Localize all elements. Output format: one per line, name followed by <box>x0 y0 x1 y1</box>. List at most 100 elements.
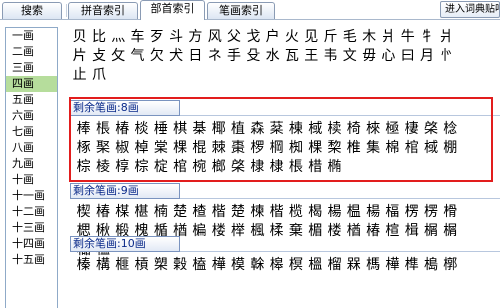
char-cell[interactable]: 方 <box>186 28 205 47</box>
char-cell[interactable]: 火 <box>282 28 301 47</box>
char-cell[interactable]: 槝 <box>421 256 440 275</box>
char-cell[interactable]: 棻 <box>267 120 286 139</box>
char-cell[interactable]: 楠 <box>151 203 170 222</box>
char-cell[interactable]: 棉 <box>383 139 402 158</box>
char-cell[interactable]: 極 <box>383 120 402 139</box>
char-cell[interactable]: 片 <box>70 47 89 66</box>
char-cell[interactable]: 榾 <box>441 203 460 222</box>
stroke-item[interactable]: 九画 <box>6 156 57 172</box>
char-cell[interactable]: 棄 <box>286 222 305 241</box>
char-cell[interactable]: 棍 <box>190 139 209 158</box>
char-cell[interactable]: 殳 <box>244 47 263 66</box>
char-cell[interactable]: 楳 <box>113 203 132 222</box>
char-cell[interactable]: 楬 <box>306 203 325 222</box>
char-cell[interactable]: 文 <box>340 47 359 66</box>
char-cell[interactable]: 楄 <box>190 222 209 241</box>
char-cell[interactable]: 见 <box>302 28 321 47</box>
char-cell[interactable]: 爿 <box>437 28 456 47</box>
char-cell[interactable]: 棵 <box>306 139 325 158</box>
char-cell[interactable]: 牛 <box>398 28 417 47</box>
char-cell[interactable]: 棡 <box>267 139 286 158</box>
char-cell[interactable]: 楚 <box>170 203 189 222</box>
char-cell[interactable]: 曰 <box>398 47 417 66</box>
char-cell[interactable]: 棺 <box>170 158 189 177</box>
char-cell[interactable]: 楦 <box>383 222 402 241</box>
stroke-item[interactable]: 十四画 <box>6 236 57 252</box>
char-cell[interactable]: 日 <box>186 47 205 66</box>
char-cell[interactable]: 欠 <box>147 47 166 66</box>
char-cell[interactable]: 榠 <box>286 256 305 275</box>
char-cell[interactable]: 椿 <box>113 120 132 139</box>
char-cell[interactable]: 槔 <box>267 256 286 275</box>
char-cell[interactable]: 椁 <box>113 158 132 177</box>
char-cell[interactable]: 棣 <box>267 158 286 177</box>
stroke-item[interactable]: 四画 <box>6 76 57 92</box>
stroke-item[interactable]: 七画 <box>6 124 57 140</box>
tab-stroke-index[interactable]: 笔画索引 <box>207 2 275 19</box>
stroke-item[interactable]: 十三画 <box>6 220 57 236</box>
char-cell[interactable]: 棖 <box>93 120 112 139</box>
char-cell[interactable]: 楝 <box>248 203 267 222</box>
char-cell[interactable]: 楢 <box>344 222 363 241</box>
char-cell[interactable]: 棋 <box>170 120 189 139</box>
char-cell[interactable]: 棗 <box>228 139 247 158</box>
char-cell[interactable]: 水 <box>263 47 282 66</box>
char-cell[interactable]: 车 <box>128 28 147 47</box>
char-cell[interactable]: 森 <box>248 120 267 139</box>
char-cell[interactable]: 椅 <box>344 120 363 139</box>
char-cell[interactable]: ネ <box>205 47 224 66</box>
char-cell[interactable]: 爪 <box>89 66 108 85</box>
char-cell[interactable]: 风 <box>205 28 224 47</box>
char-cell[interactable]: 斗 <box>166 28 185 47</box>
char-cell[interactable]: 棕 <box>132 158 151 177</box>
char-cell[interactable]: 棃 <box>325 139 344 158</box>
char-cell[interactable]: 椰 <box>209 120 228 139</box>
char-cell[interactable]: 棟 <box>286 120 305 139</box>
char-cell[interactable]: 斤 <box>321 28 340 47</box>
char-cell[interactable]: 棪 <box>132 120 151 139</box>
char-cell[interactable]: 榖 <box>170 256 189 275</box>
char-cell[interactable]: 棯 <box>441 120 460 139</box>
char-cell[interactable]: 楔 <box>74 203 93 222</box>
char-cell[interactable]: 楞 <box>421 203 440 222</box>
stroke-item[interactable]: 十画 <box>6 172 57 188</box>
char-cell[interactable]: 攵 <box>109 47 128 66</box>
char-cell[interactable]: 椤 <box>248 139 267 158</box>
char-cell[interactable]: 椟 <box>325 120 344 139</box>
char-cell[interactable]: 楼 <box>209 222 228 241</box>
char-cell[interactable]: 榲 <box>306 256 325 275</box>
char-cell[interactable]: 樺 <box>209 256 228 275</box>
char-cell[interactable]: 榴 <box>325 256 344 275</box>
char-cell[interactable]: 楂 <box>190 203 209 222</box>
char-cell[interactable]: 樺 <box>383 256 402 275</box>
char-cell[interactable]: 棤 <box>306 158 325 177</box>
char-cell[interactable]: 木 <box>359 28 378 47</box>
char-cell[interactable]: 犬 <box>166 47 185 66</box>
char-cell[interactable]: 棹 <box>132 139 151 158</box>
char-cell[interactable]: 韦 <box>321 47 340 66</box>
char-cell[interactable]: 楺 <box>267 222 286 241</box>
char-cell[interactable]: 贝 <box>70 28 89 47</box>
tab-pinyin-index[interactable]: 拼音索引 <box>68 2 138 19</box>
char-cell[interactable]: 榍 <box>441 222 460 241</box>
char-cell[interactable]: 楷 <box>267 203 286 222</box>
tab-radical-index[interactable]: 部首索引 <box>140 0 205 20</box>
char-cell[interactable]: 攴 <box>89 47 108 66</box>
char-cell[interactable]: 气 <box>128 47 147 66</box>
stroke-item[interactable]: 十五画 <box>6 252 57 268</box>
char-cell[interactable]: 棖 <box>286 158 305 177</box>
char-cell[interactable]: 棵 <box>170 139 189 158</box>
char-cell[interactable]: 椥 <box>286 139 305 158</box>
char-cell[interactable]: 榦 <box>248 256 267 275</box>
char-cell[interactable]: 王 <box>302 47 321 66</box>
char-cell[interactable]: 椿 <box>93 203 112 222</box>
char-cell[interactable]: 槓 <box>132 256 151 275</box>
char-cell[interactable]: 棺 <box>402 139 421 158</box>
char-cell[interactable]: 棱 <box>93 158 112 177</box>
char-cell[interactable]: 椓 <box>74 139 93 158</box>
char-cell[interactable]: 棘 <box>209 139 228 158</box>
char-cell[interactable]: 户 <box>263 28 282 47</box>
stroke-item[interactable]: 十一画 <box>6 188 57 204</box>
stroke-item[interactable]: 十二画 <box>6 204 57 220</box>
enter-forum-button[interactable]: 进入词典贴吧 <box>440 1 500 18</box>
